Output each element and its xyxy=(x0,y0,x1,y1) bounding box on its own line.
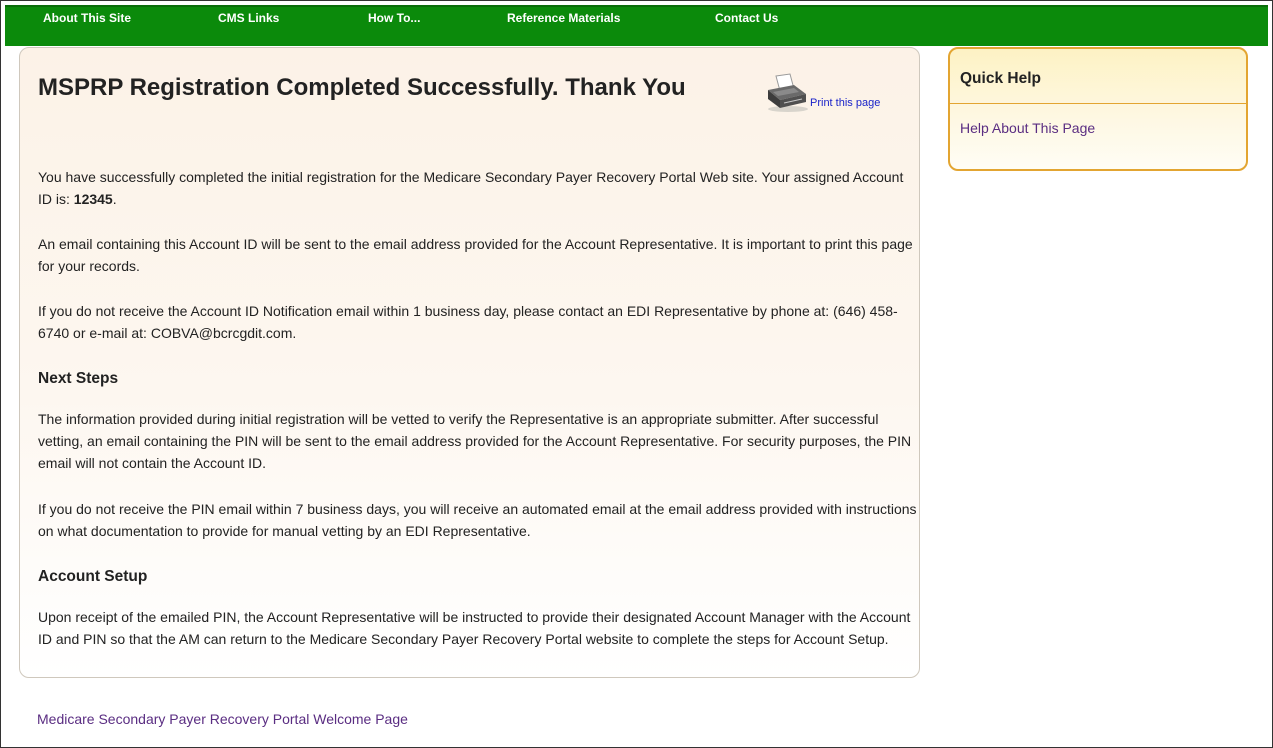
print-page-link[interactable]: Print this page xyxy=(810,97,880,109)
nav-cms-links[interactable]: CMS Links xyxy=(218,11,279,25)
printer-icon[interactable] xyxy=(764,72,810,114)
nav-contact-us[interactable]: Contact Us xyxy=(715,11,778,25)
main-content-panel: MSPRP Registration Completed Successfull… xyxy=(19,47,920,678)
nav-about-this-site[interactable]: About This Site xyxy=(43,11,131,25)
intro-paragraph: You have successfully completed the init… xyxy=(38,166,918,210)
pin-paragraph: If you do not receive the PIN email with… xyxy=(38,501,917,539)
welcome-page-link[interactable]: Medicare Secondary Payer Recovery Portal… xyxy=(37,711,408,727)
intro-text: You have successfully completed the init… xyxy=(38,169,904,207)
quick-help-panel: Quick Help Help About This Page xyxy=(948,47,1248,171)
nav-how-to[interactable]: How To... xyxy=(368,11,420,25)
help-about-this-page-link[interactable]: Help About This Page xyxy=(960,120,1095,136)
contact-paragraph: If you do not receive the Account ID Not… xyxy=(38,303,898,341)
quick-help-divider xyxy=(950,103,1246,104)
quick-help-title: Quick Help xyxy=(960,70,1041,87)
vetting-paragraph: The information provided during initial … xyxy=(38,411,912,471)
top-navigation: About This Site CMS Links How To... Refe… xyxy=(5,5,1268,46)
email-paragraph: An email containing this Account ID will… xyxy=(38,236,913,274)
account-setup-paragraph: Upon receipt of the emailed PIN, the Acc… xyxy=(38,609,911,647)
account-setup-heading: Account Setup xyxy=(38,568,148,585)
page-title: MSPRP Registration Completed Successfull… xyxy=(38,74,686,101)
next-steps-heading: Next Steps xyxy=(38,370,119,387)
nav-reference-materials[interactable]: Reference Materials xyxy=(507,11,620,25)
intro-text-end: . xyxy=(112,191,117,207)
account-id-value: 12345 xyxy=(73,191,113,207)
